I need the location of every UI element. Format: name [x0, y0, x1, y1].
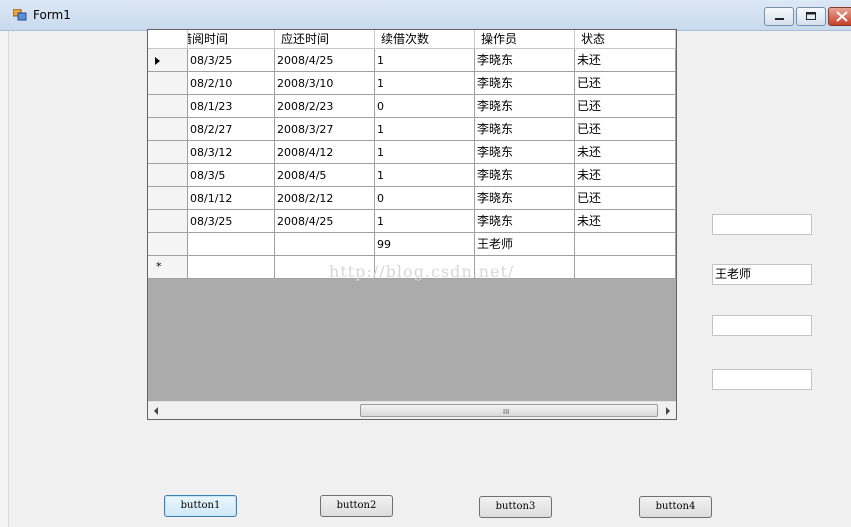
minimize-button[interactable]	[764, 7, 794, 26]
grid-cell[interactable]: 0	[375, 95, 475, 118]
maximize-icon	[806, 12, 816, 20]
new-row-cell[interactable]	[475, 256, 575, 279]
row-header[interactable]	[148, 187, 188, 210]
background-window-edge	[0, 31, 9, 527]
close-button[interactable]	[828, 7, 851, 26]
row-header[interactable]	[148, 95, 188, 118]
textbox-4[interactable]	[712, 369, 812, 390]
grid-cell[interactable]: 2008/4/25	[275, 210, 375, 233]
grid-cell[interactable]: 未还	[575, 164, 676, 187]
column-header[interactable]: 借阅时间	[188, 30, 275, 49]
arrow-right-icon	[666, 407, 670, 415]
grid-cell[interactable]: 0	[375, 187, 475, 210]
textbox-2[interactable]: 王老师	[712, 264, 812, 285]
textbox-1[interactable]	[712, 214, 812, 235]
scroll-thumb[interactable]: III	[360, 404, 658, 417]
grid-cell[interactable]: 08/2/10	[188, 72, 275, 95]
new-row-cell[interactable]	[375, 256, 475, 279]
grid-cell[interactable]: 李晓东	[475, 141, 575, 164]
grid-cell[interactable]: 1	[375, 49, 475, 72]
minimize-icon	[775, 18, 784, 20]
app-icon	[13, 9, 27, 21]
grid-cell[interactable]: 未还	[575, 49, 676, 72]
row-header[interactable]	[148, 118, 188, 141]
data-grid-view[interactable]: 借阅时间应还时间续借次数操作员状态08/3/252008/4/251李晓东未还0…	[147, 29, 677, 420]
grid-cell[interactable]: 李晓东	[475, 187, 575, 210]
grid-cell[interactable]: 2008/2/23	[275, 95, 375, 118]
new-row-marker: *	[156, 260, 162, 273]
row-header[interactable]	[148, 72, 188, 95]
new-row-cell[interactable]	[188, 256, 275, 279]
column-header[interactable]: 续借次数	[375, 30, 475, 49]
grid-cell[interactable]	[575, 233, 676, 256]
row-header[interactable]	[148, 210, 188, 233]
new-row-cell[interactable]	[275, 256, 375, 279]
scroll-grip: III	[503, 408, 510, 416]
scroll-left-button[interactable]	[148, 402, 165, 419]
grid-cell[interactable]: 未还	[575, 141, 676, 164]
grid-cell[interactable]: 2008/4/12	[275, 141, 375, 164]
grid-cell[interactable]: 李晓东	[475, 49, 575, 72]
grid-cell[interactable]: 99	[375, 233, 475, 256]
grid-cell[interactable]: 08/3/5	[188, 164, 275, 187]
grid-cell[interactable]: 李晓东	[475, 95, 575, 118]
new-row-cell[interactable]	[575, 256, 676, 279]
grid-cell[interactable]: 已还	[575, 72, 676, 95]
grid-cell[interactable]: 李晓东	[475, 72, 575, 95]
grid-cell[interactable]: 王老师	[475, 233, 575, 256]
horizontal-scrollbar[interactable]: III	[148, 401, 676, 419]
grid-cell[interactable]: 1	[375, 141, 475, 164]
row-header[interactable]	[148, 164, 188, 187]
grid-cell[interactable]: 08/3/12	[188, 141, 275, 164]
grid-cell[interactable]: 已还	[575, 187, 676, 210]
button4[interactable]: button4	[639, 496, 712, 518]
row-header[interactable]	[148, 141, 188, 164]
column-header[interactable]: 应还时间	[275, 30, 375, 49]
column-header[interactable]: 状态	[575, 30, 676, 49]
grid-cell[interactable]: 1	[375, 118, 475, 141]
maximize-button[interactable]	[796, 7, 826, 26]
button2[interactable]: button2	[320, 495, 393, 517]
grid-cell[interactable]: 1	[375, 72, 475, 95]
scroll-right-button[interactable]	[659, 402, 676, 419]
close-icon	[836, 11, 848, 22]
grid-cell[interactable]: 08/1/23	[188, 95, 275, 118]
grid-cell[interactable]: 1	[375, 210, 475, 233]
grid-cell[interactable]	[188, 233, 275, 256]
row-header[interactable]	[148, 233, 188, 256]
button1[interactable]: button1	[164, 495, 237, 517]
grid-cell[interactable]: 已还	[575, 95, 676, 118]
grid-cell[interactable]: 08/3/25	[188, 210, 275, 233]
window-title: Form1	[33, 8, 71, 22]
row-header[interactable]	[148, 49, 188, 72]
grid-cell[interactable]: 2008/3/27	[275, 118, 375, 141]
grid-cell[interactable]: 1	[375, 164, 475, 187]
current-row-arrow-icon	[155, 57, 160, 65]
textbox-3[interactable]	[712, 315, 812, 336]
grid-cell[interactable]: 2008/4/25	[275, 49, 375, 72]
grid-cell[interactable]: 2008/4/5	[275, 164, 375, 187]
grid-cell[interactable]: 李晓东	[475, 164, 575, 187]
grid-cell[interactable]: 08/1/12	[188, 187, 275, 210]
grid-cell[interactable]: 已还	[575, 118, 676, 141]
grid-cell[interactable]: 2008/3/10	[275, 72, 375, 95]
grid-cell[interactable]: 未还	[575, 210, 676, 233]
grid-cell[interactable]: 李晓东	[475, 210, 575, 233]
arrow-left-icon	[154, 407, 158, 415]
grid-cell[interactable]	[275, 233, 375, 256]
grid-cell[interactable]: 2008/2/12	[275, 187, 375, 210]
grid-corner-header[interactable]	[148, 30, 188, 49]
title-bar: Form1	[0, 0, 851, 31]
grid-cell[interactable]: 08/3/25	[188, 49, 275, 72]
grid-cell[interactable]: 08/2/27	[188, 118, 275, 141]
button3[interactable]: button3	[479, 496, 552, 518]
column-header[interactable]: 操作员	[475, 30, 575, 49]
row-header[interactable]: *	[148, 256, 188, 279]
grid-cell[interactable]: 李晓东	[475, 118, 575, 141]
